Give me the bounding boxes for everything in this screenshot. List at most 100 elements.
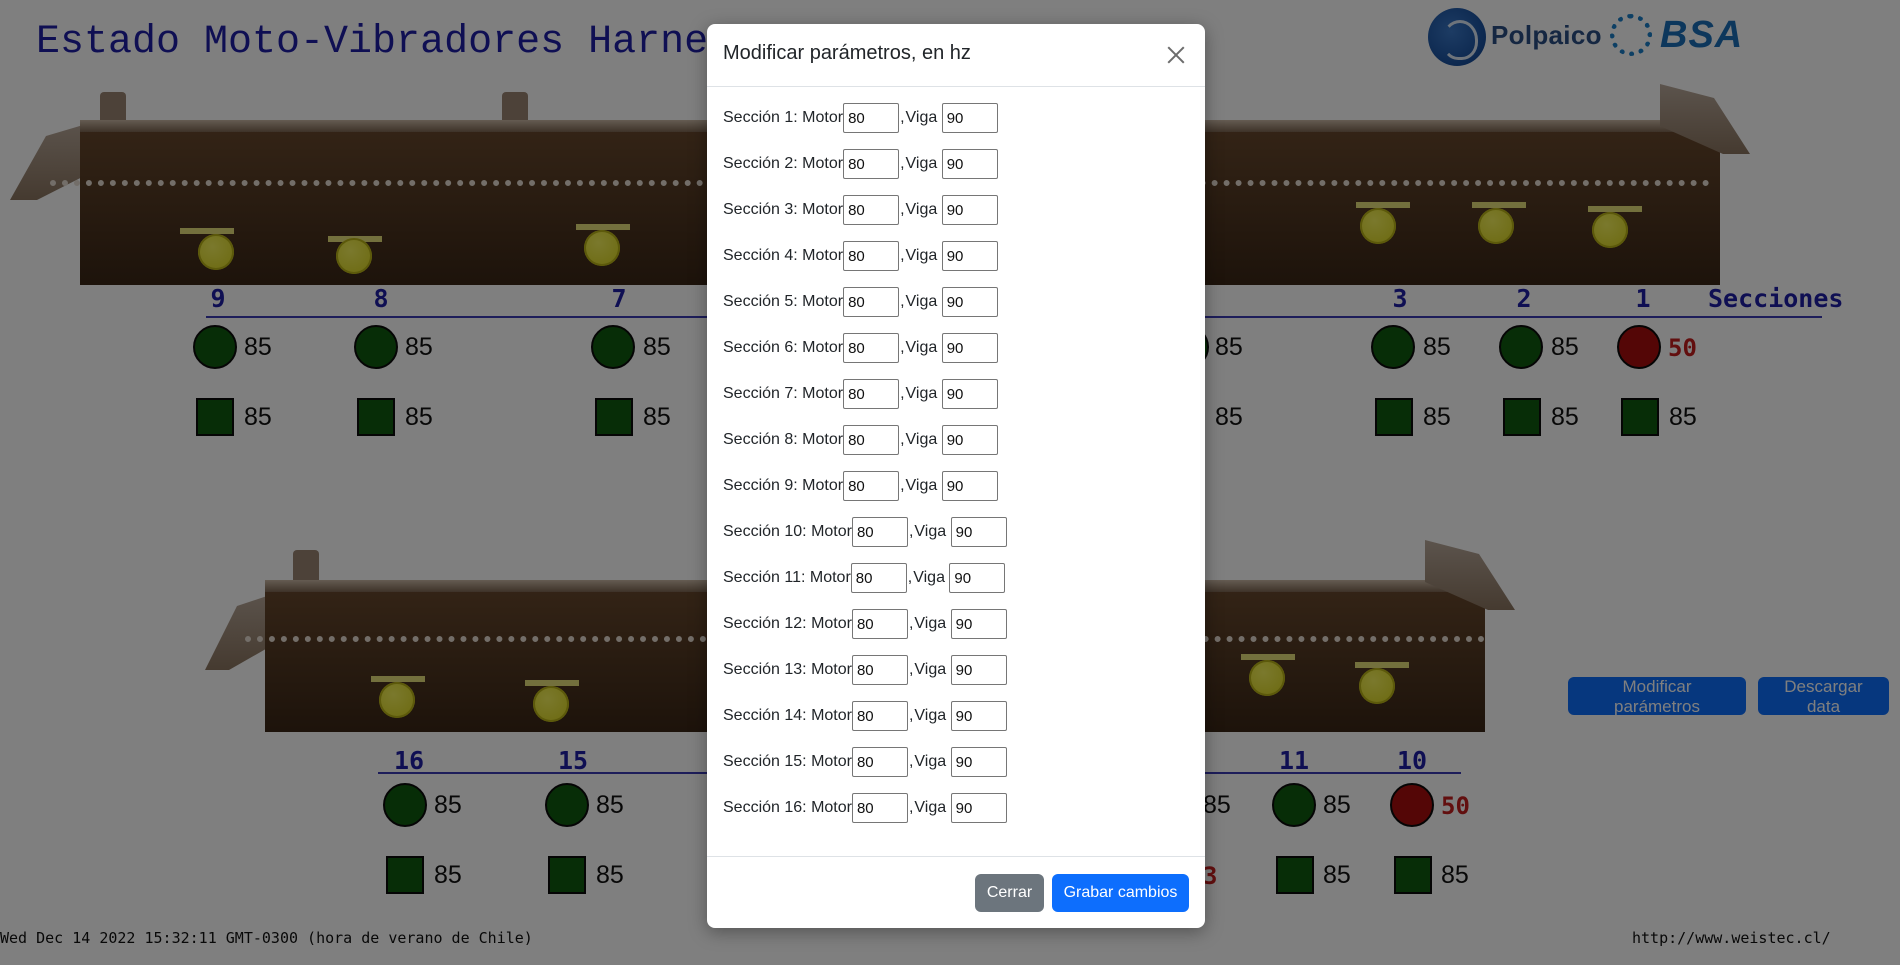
separator: ,: [908, 661, 914, 678]
motor-hz-input[interactable]: [843, 149, 900, 179]
viga-label: Viga: [914, 661, 947, 678]
viga-label: Viga: [914, 707, 947, 724]
motor-label: Motor: [802, 293, 844, 310]
motor-label: Motor: [802, 431, 844, 448]
viga-hz-input[interactable]: [950, 609, 1007, 639]
motor-hz-input[interactable]: [843, 379, 900, 409]
section-parameter-row: Sección 13: Motor , Viga: [723, 654, 1007, 686]
viga-hz-input[interactable]: [941, 103, 998, 133]
viga-label: Viga: [913, 569, 945, 586]
section-parameter-row: Sección 8: Motor , Viga: [723, 424, 998, 456]
section-label: Sección 6:: [723, 339, 798, 356]
viga-label: Viga: [905, 293, 938, 310]
separator: ,: [908, 615, 914, 632]
close-icon[interactable]: [1163, 42, 1189, 68]
viga-label: Viga: [914, 799, 947, 816]
modal-body: Sección 1: Motor , Viga Sección 2: Motor…: [707, 87, 1205, 880]
motor-label: Motor: [811, 523, 852, 540]
save-changes-button[interactable]: Grabar cambios: [1052, 874, 1189, 912]
motor-label: Motor: [802, 155, 844, 172]
modal-header: Modificar parámetros, en hz: [707, 24, 1205, 87]
separator: ,: [900, 293, 905, 310]
viga-hz-input[interactable]: [950, 517, 1007, 547]
motor-hz-input[interactable]: [850, 563, 907, 593]
separator: ,: [908, 707, 914, 724]
section-label: Sección 3:: [723, 201, 798, 218]
motor-label: Motor: [802, 201, 844, 218]
viga-hz-input[interactable]: [950, 655, 1007, 685]
section-parameter-row: Sección 7: Motor , Viga: [723, 378, 998, 410]
separator: ,: [907, 569, 913, 586]
motor-label: Motor: [802, 477, 844, 494]
section-parameter-row: Sección 12: Motor , Viga: [723, 608, 1007, 640]
separator: ,: [900, 201, 905, 218]
motor-hz-input[interactable]: [843, 241, 900, 271]
motor-hz-input[interactable]: [851, 655, 908, 685]
motor-hz-input[interactable]: [851, 793, 908, 823]
section-parameter-row: Sección 14: Motor , Viga: [723, 700, 1007, 732]
section-label: Sección 14:: [723, 707, 807, 724]
separator: ,: [908, 523, 914, 540]
motor-hz-input[interactable]: [843, 287, 900, 317]
separator: ,: [900, 385, 905, 402]
separator: ,: [900, 339, 905, 356]
viga-label: Viga: [905, 247, 938, 264]
separator: ,: [900, 431, 905, 448]
motor-label: Motor: [802, 109, 844, 126]
viga-hz-input[interactable]: [941, 195, 998, 225]
separator: ,: [908, 753, 914, 770]
motor-hz-input[interactable]: [843, 333, 900, 363]
motor-hz-input[interactable]: [851, 747, 908, 777]
viga-label: Viga: [905, 109, 938, 126]
section-label: Sección 8:: [723, 431, 798, 448]
viga-hz-input[interactable]: [950, 747, 1007, 777]
viga-hz-input[interactable]: [949, 563, 1006, 593]
motor-label: Motor: [811, 661, 852, 678]
motor-hz-input[interactable]: [851, 701, 908, 731]
section-parameter-row: Sección 6: Motor , Viga: [723, 332, 998, 364]
motor-hz-input[interactable]: [843, 195, 900, 225]
close-button[interactable]: Cerrar: [975, 874, 1044, 912]
section-parameter-row: Sección 2: Motor , Viga: [723, 148, 998, 180]
modal-title: Modificar parámetros, en hz: [723, 42, 971, 64]
section-parameter-row: Sección 16: Motor , Viga: [723, 792, 1007, 824]
viga-hz-input[interactable]: [941, 149, 998, 179]
section-parameter-row: Sección 1: Motor , Viga: [723, 102, 998, 134]
motor-hz-input[interactable]: [851, 517, 908, 547]
motor-label: Motor: [811, 707, 852, 724]
viga-hz-input[interactable]: [941, 241, 998, 271]
motor-hz-input[interactable]: [843, 425, 900, 455]
motor-hz-input[interactable]: [843, 471, 900, 501]
viga-hz-input[interactable]: [950, 701, 1007, 731]
section-label: Sección 16:: [723, 799, 807, 816]
viga-label: Viga: [905, 477, 938, 494]
viga-label: Viga: [914, 523, 947, 540]
viga-label: Viga: [914, 615, 947, 632]
motor-label: Motor: [811, 753, 852, 770]
motor-hz-input[interactable]: [851, 609, 908, 639]
viga-hz-input[interactable]: [941, 287, 998, 317]
section-label: Sección 2:: [723, 155, 798, 172]
viga-hz-input[interactable]: [941, 425, 998, 455]
section-label: Sección 13:: [723, 661, 807, 678]
motor-label: Motor: [811, 615, 852, 632]
section-label: Sección 4:: [723, 247, 798, 264]
viga-label: Viga: [905, 431, 938, 448]
motor-label: Motor: [811, 799, 852, 816]
section-parameter-row: Sección 15: Motor , Viga: [723, 746, 1007, 778]
motor-label: Motor: [802, 339, 844, 356]
section-parameter-row: Sección 5: Motor , Viga: [723, 286, 998, 318]
viga-hz-input[interactable]: [950, 793, 1007, 823]
modal-footer: Cerrar Grabar cambios: [707, 856, 1205, 928]
separator: ,: [900, 155, 905, 172]
modify-parameters-dialog: Modificar parámetros, en hz Sección 1: M…: [707, 24, 1205, 928]
separator: ,: [900, 247, 905, 264]
viga-hz-input[interactable]: [941, 333, 998, 363]
section-label: Sección 1:: [723, 109, 798, 126]
viga-label: Viga: [905, 339, 938, 356]
viga-hz-input[interactable]: [941, 379, 998, 409]
viga-label: Viga: [905, 385, 938, 402]
section-parameter-row: Sección 4: Motor , Viga: [723, 240, 998, 272]
viga-hz-input[interactable]: [941, 471, 998, 501]
motor-hz-input[interactable]: [843, 103, 900, 133]
